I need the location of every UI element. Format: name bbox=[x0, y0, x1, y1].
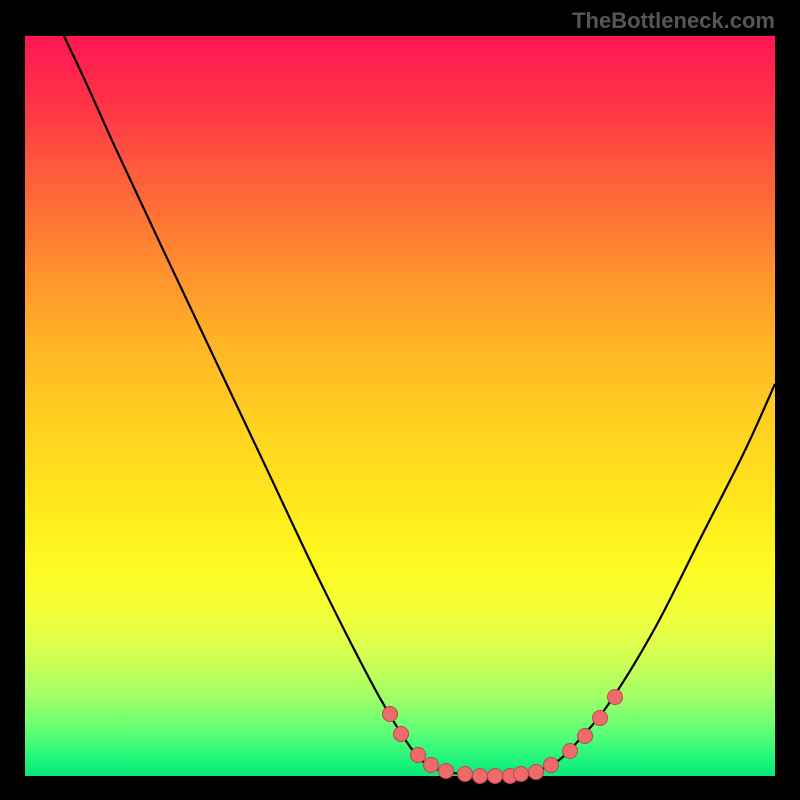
data-marker bbox=[472, 768, 488, 784]
data-marker bbox=[562, 743, 578, 759]
data-marker bbox=[382, 706, 398, 722]
data-marker bbox=[528, 764, 544, 780]
data-marker bbox=[592, 710, 608, 726]
data-marker bbox=[393, 726, 409, 742]
data-marker bbox=[607, 689, 623, 705]
site-watermark: TheBottleneck.com bbox=[572, 8, 775, 34]
data-marker bbox=[423, 757, 439, 773]
data-marker bbox=[543, 757, 559, 773]
data-marker bbox=[487, 768, 503, 784]
data-marker bbox=[438, 763, 454, 779]
data-marker bbox=[457, 766, 473, 782]
marker-layer bbox=[25, 36, 775, 776]
data-marker bbox=[513, 766, 529, 782]
data-marker bbox=[577, 728, 593, 744]
